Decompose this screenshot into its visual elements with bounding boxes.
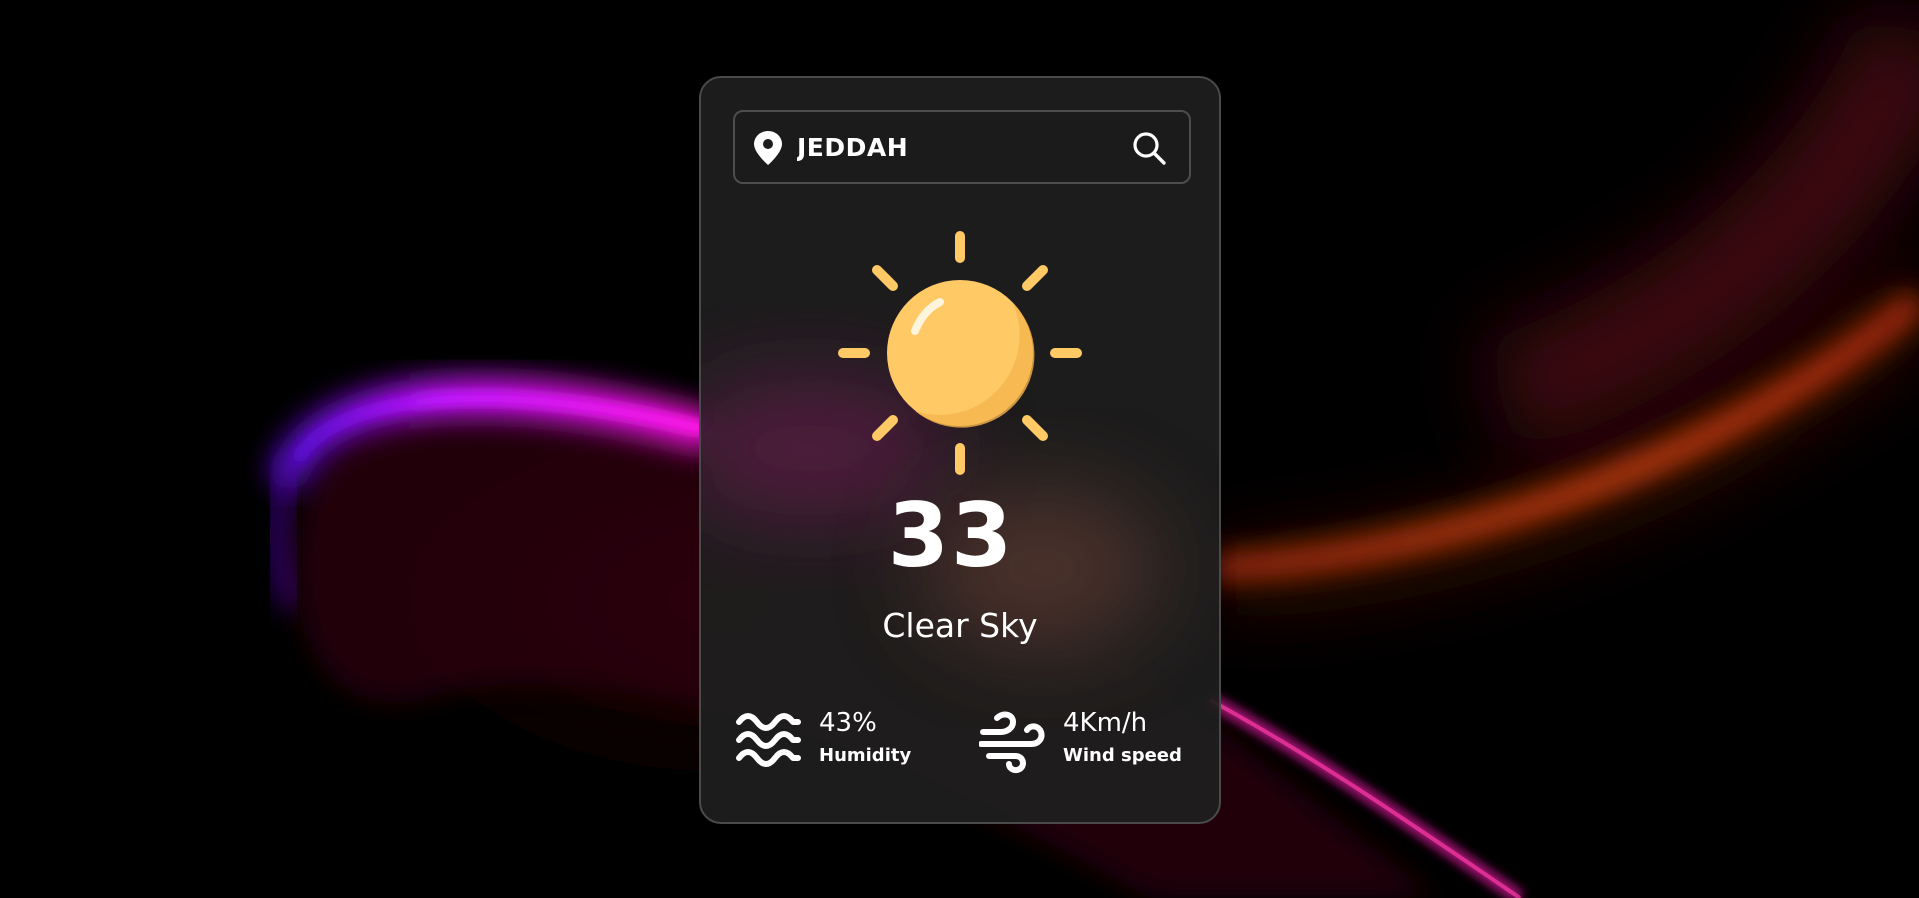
humidity-waves-icon [736,713,801,767]
page-background: 33 Clear Sky 43% Humidity 4Km/h [0,0,1919,898]
sun-icon [838,231,1082,475]
humidity-value: 43% [819,708,877,738]
wind-icon [979,711,1045,774]
weather-description: Clear Sky [882,606,1038,645]
wind-value: 4Km/h [1063,708,1148,738]
humidity-stat: 43% Humidity [735,706,955,778]
location-pin-icon [754,131,782,165]
weather-card: 33 Clear Sky 43% Humidity 4Km/h [699,76,1221,824]
wind-label: Wind speed [1063,745,1182,766]
city-input[interactable] [797,126,1097,168]
wind-stat: 4Km/h Wind speed [979,706,1209,778]
search-icon[interactable] [1131,130,1167,166]
humidity-label: Humidity [819,745,912,766]
temperature-value: 33 [887,484,1015,587]
city-search-box[interactable] [733,110,1191,184]
